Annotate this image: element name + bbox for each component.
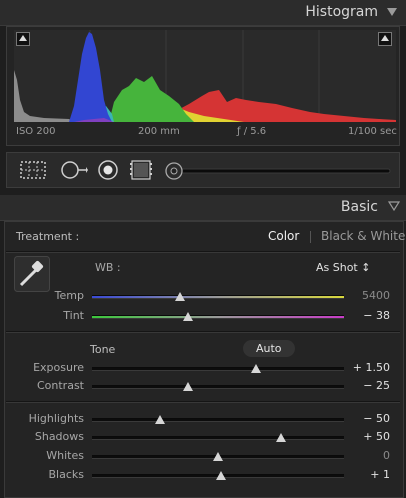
contrast-slider-thumb[interactable]	[182, 382, 193, 391]
collapse-triangle-icon[interactable]	[388, 200, 400, 212]
divider	[6, 251, 400, 253]
shadows-label: Shadows	[34, 430, 84, 443]
basic-header[interactable]: Basic	[0, 195, 406, 221]
contrast-slider-track[interactable]	[92, 385, 344, 389]
highlights-label: Highlights	[28, 412, 84, 425]
triangle-icon	[19, 35, 27, 41]
tint-label: Tint	[63, 309, 84, 322]
highlights-value[interactable]: − 50	[340, 412, 390, 425]
temp-value[interactable]: 5400	[340, 289, 390, 302]
whites-slider-thumb[interactable]	[213, 452, 223, 461]
graduated-filter-icon[interactable]	[128, 159, 156, 181]
exposure-slider-thumb[interactable]	[250, 364, 261, 373]
histogram-header[interactable]: Histogram	[0, 0, 406, 26]
tint-value[interactable]: − 38	[340, 309, 390, 322]
treatment-label: Treatment :	[16, 230, 80, 243]
red-eye-icon[interactable]	[96, 159, 120, 181]
exposure-value[interactable]: + 1.50	[340, 361, 390, 374]
temp-label: Temp	[54, 289, 84, 302]
divider	[6, 331, 400, 333]
crop-overlay-icon[interactable]	[18, 159, 48, 181]
tint-slider-track[interactable]	[92, 315, 344, 319]
wb-dropdown[interactable]: As Shot ↕	[316, 261, 370, 274]
highlights-slider-track[interactable]	[92, 418, 344, 422]
spot-removal-icon[interactable]	[58, 159, 88, 181]
tint-slider-thumb[interactable]	[182, 312, 193, 321]
eyedropper-icon[interactable]	[14, 256, 50, 292]
exposure-label: Exposure	[33, 361, 84, 374]
blacks-label: Blacks	[48, 468, 85, 481]
wb-label: WB :	[95, 261, 121, 274]
shadows-value[interactable]: + 50	[340, 430, 390, 443]
blacks-slider-thumb[interactable]	[215, 471, 226, 480]
shadows-slider-track[interactable]	[92, 436, 344, 440]
auto-tone-button[interactable]: Auto	[243, 340, 295, 357]
temp-slider-track[interactable]	[92, 295, 344, 299]
auto-label: Auto	[256, 342, 282, 355]
histogram-graph	[14, 30, 396, 122]
adjustment-brush-slider[interactable]	[162, 161, 394, 181]
histogram-title: Histogram	[305, 4, 378, 20]
blacks-value[interactable]: + 1	[340, 468, 390, 481]
whites-label: Whites	[46, 449, 84, 462]
shutter-info: 1/100 sec	[348, 126, 397, 137]
collapse-triangle-icon[interactable]	[387, 8, 397, 16]
highlight-clipping-button[interactable]	[378, 32, 392, 46]
whites-value[interactable]: 0	[340, 449, 390, 462]
treatment-color-option[interactable]: Color	[268, 229, 299, 243]
shadows-slider-thumb[interactable]	[276, 433, 286, 442]
contrast-label: Contrast	[36, 379, 84, 392]
exposure-slider-track[interactable]	[92, 367, 344, 371]
focal-length-info: 200 mm	[138, 126, 180, 137]
treatment-divider	[310, 231, 311, 243]
treatment-bw-option[interactable]: Black & White	[321, 229, 405, 243]
basic-title: Basic	[340, 199, 378, 215]
divider	[6, 401, 400, 403]
aperture-info: ƒ / 5.6	[237, 126, 267, 137]
triangle-icon	[381, 35, 389, 41]
contrast-value[interactable]: − 25	[340, 379, 390, 392]
shadow-clipping-button[interactable]	[16, 32, 30, 46]
highlights-slider-thumb[interactable]	[155, 415, 166, 424]
iso-info: ISO 200	[16, 126, 56, 137]
tone-label: Tone	[90, 343, 116, 356]
temp-slider-thumb[interactable]	[175, 292, 186, 301]
